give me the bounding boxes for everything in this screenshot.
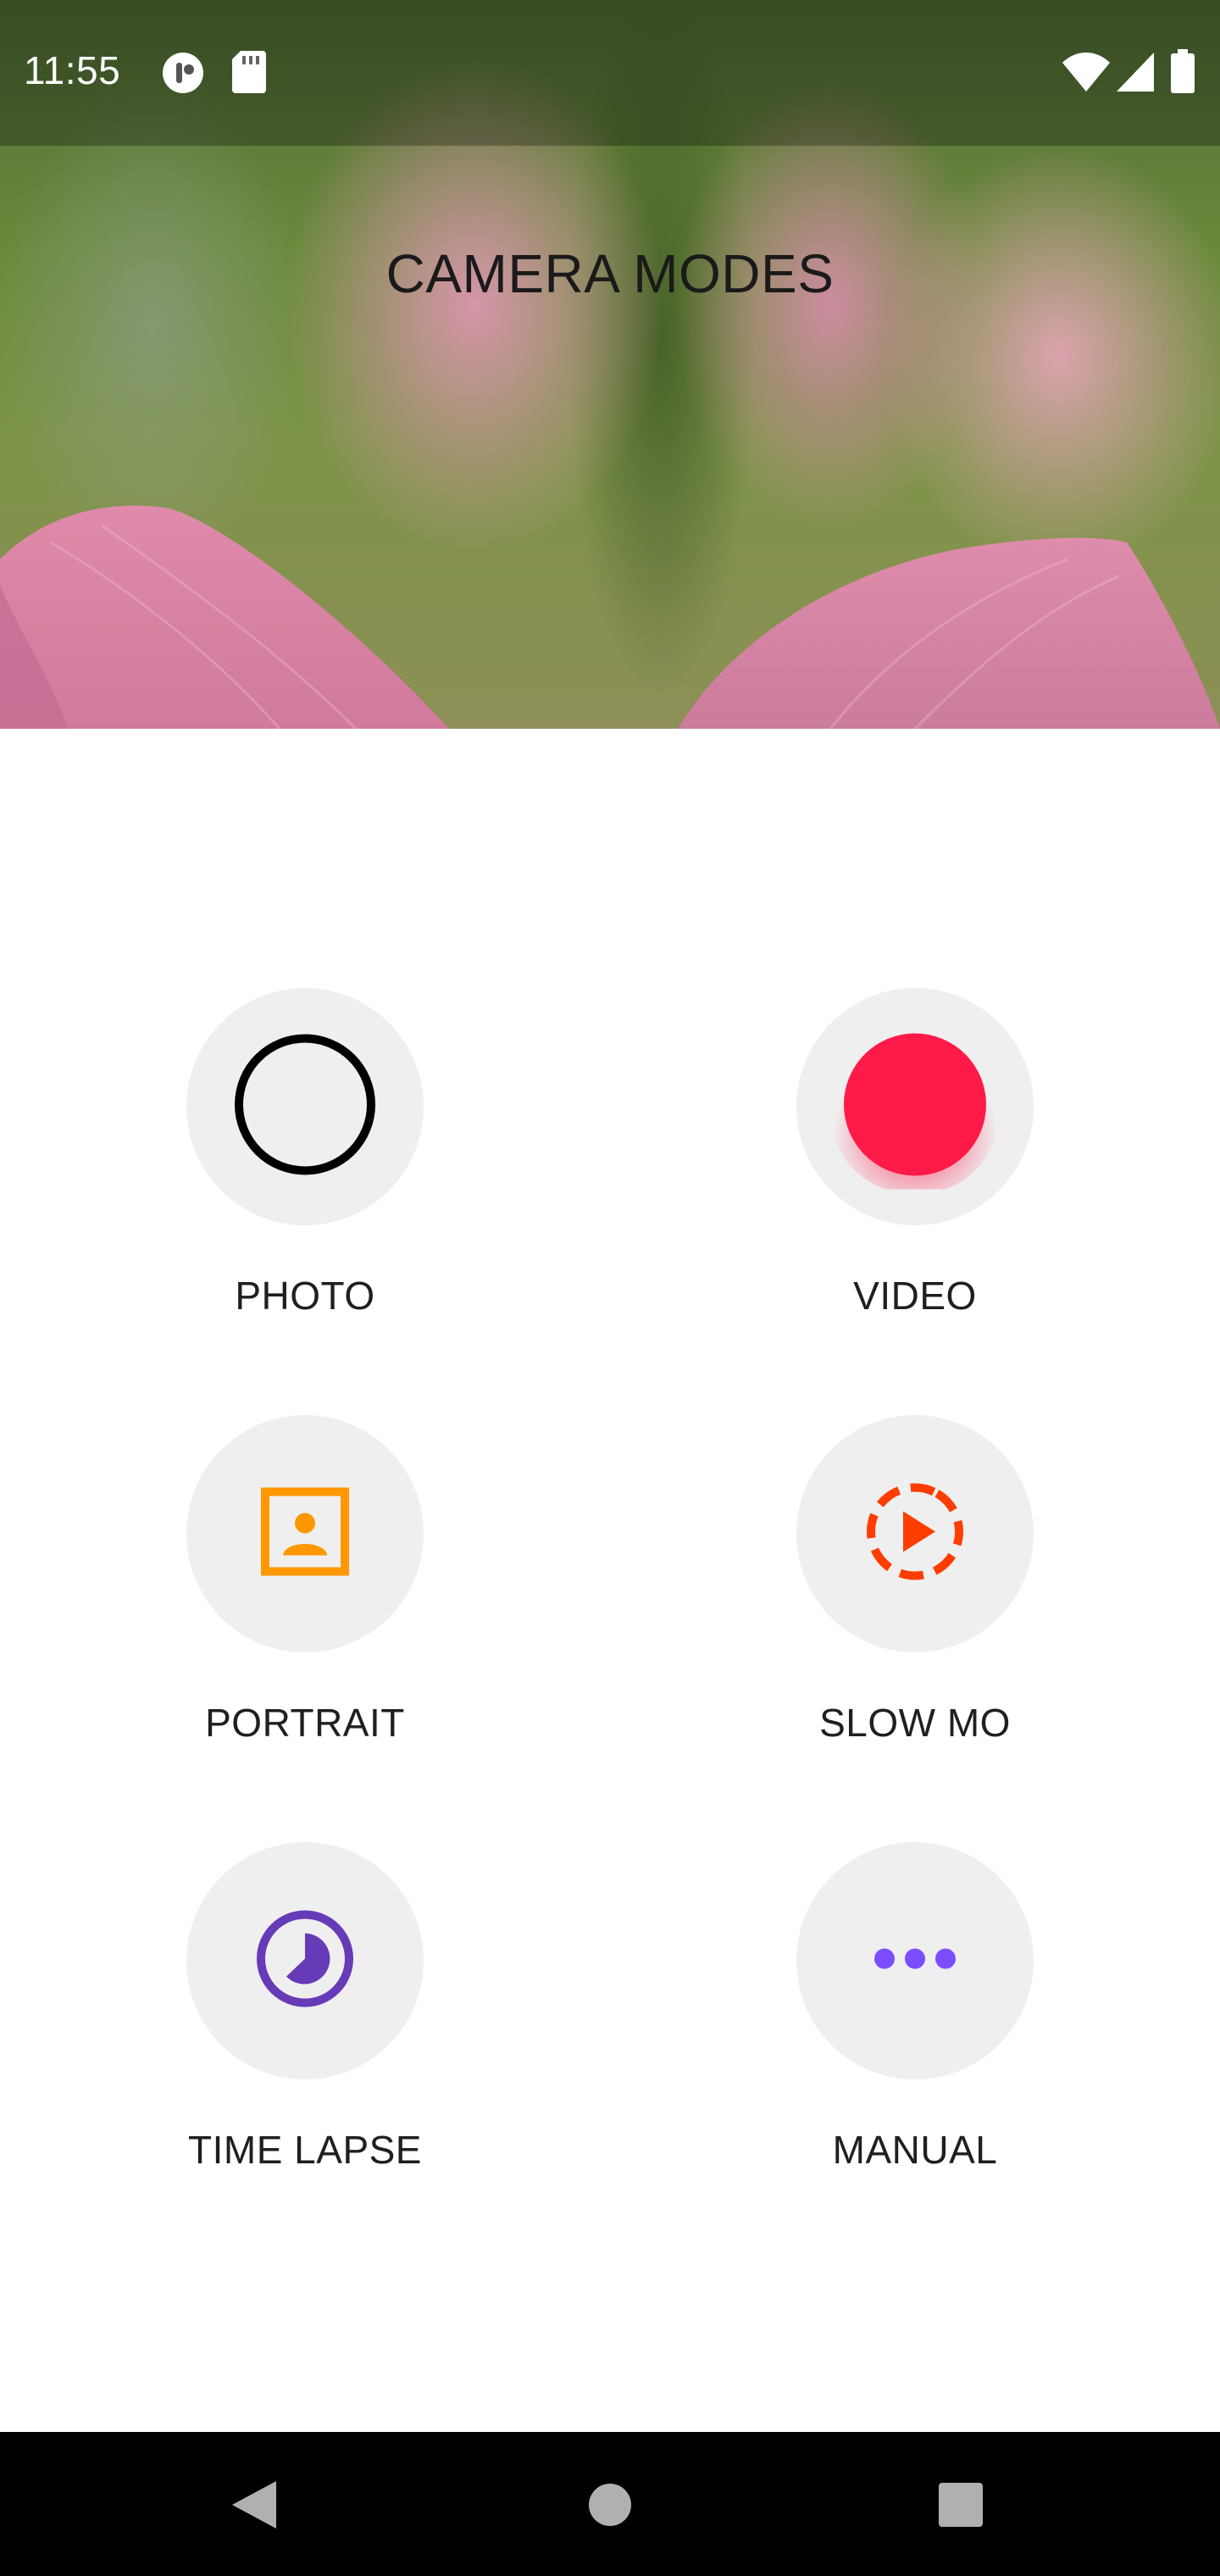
mode-label-manual: MANUAL <box>832 2128 998 2172</box>
timelapse-icon <box>254 1908 356 2014</box>
mode-time-lapse[interactable]: TIME LAPSE <box>85 1842 525 2173</box>
home-icon[interactable] <box>588 2483 632 2531</box>
mode-label-slow-mo: SLOW MO <box>819 1701 1011 1745</box>
page-title: CAMERA MODES <box>385 243 835 304</box>
time-lapse-mode-button[interactable] <box>186 1842 424 2079</box>
slow-mo-mode-button[interactable] <box>796 1415 1034 1652</box>
back-icon[interactable] <box>232 2481 276 2533</box>
mode-slow-mo[interactable]: SLOW MO <box>695 1415 1135 1746</box>
navigation-bar <box>0 2432 1220 2576</box>
video-mode-button[interactable] <box>796 988 1034 1225</box>
header-photo: 11:55 CAMERA MODES <box>0 0 1220 729</box>
mode-label-time-lapse: TIME LAPSE <box>188 2128 422 2172</box>
mode-manual[interactable]: MANUAL <box>695 1842 1135 2173</box>
portrait-mode-button[interactable] <box>186 1415 424 1652</box>
mode-photo[interactable]: PHOTO <box>85 988 525 1319</box>
status-time: 11:55 <box>24 48 121 92</box>
mode-video[interactable]: VIDEO <box>695 988 1135 1319</box>
mode-label-photo: PHOTO <box>235 1274 375 1318</box>
manual-mode-button[interactable] <box>796 1842 1034 2079</box>
mode-portrait[interactable]: PORTRAIT <box>85 1415 525 1746</box>
photo-mode-button[interactable] <box>186 988 424 1225</box>
slow-motion-icon <box>864 1481 966 1587</box>
more-horiz-icon <box>874 1946 956 1976</box>
status-bar: 11:55 <box>0 0 1220 146</box>
photo-shutter-icon <box>232 1032 378 1182</box>
record-icon <box>830 1020 1000 1195</box>
recents-icon[interactable] <box>939 2483 983 2531</box>
mode-label-video: VIDEO <box>853 1274 977 1318</box>
mode-label-portrait: PORTRAIT <box>205 1701 405 1745</box>
portrait-icon <box>261 1487 349 1580</box>
